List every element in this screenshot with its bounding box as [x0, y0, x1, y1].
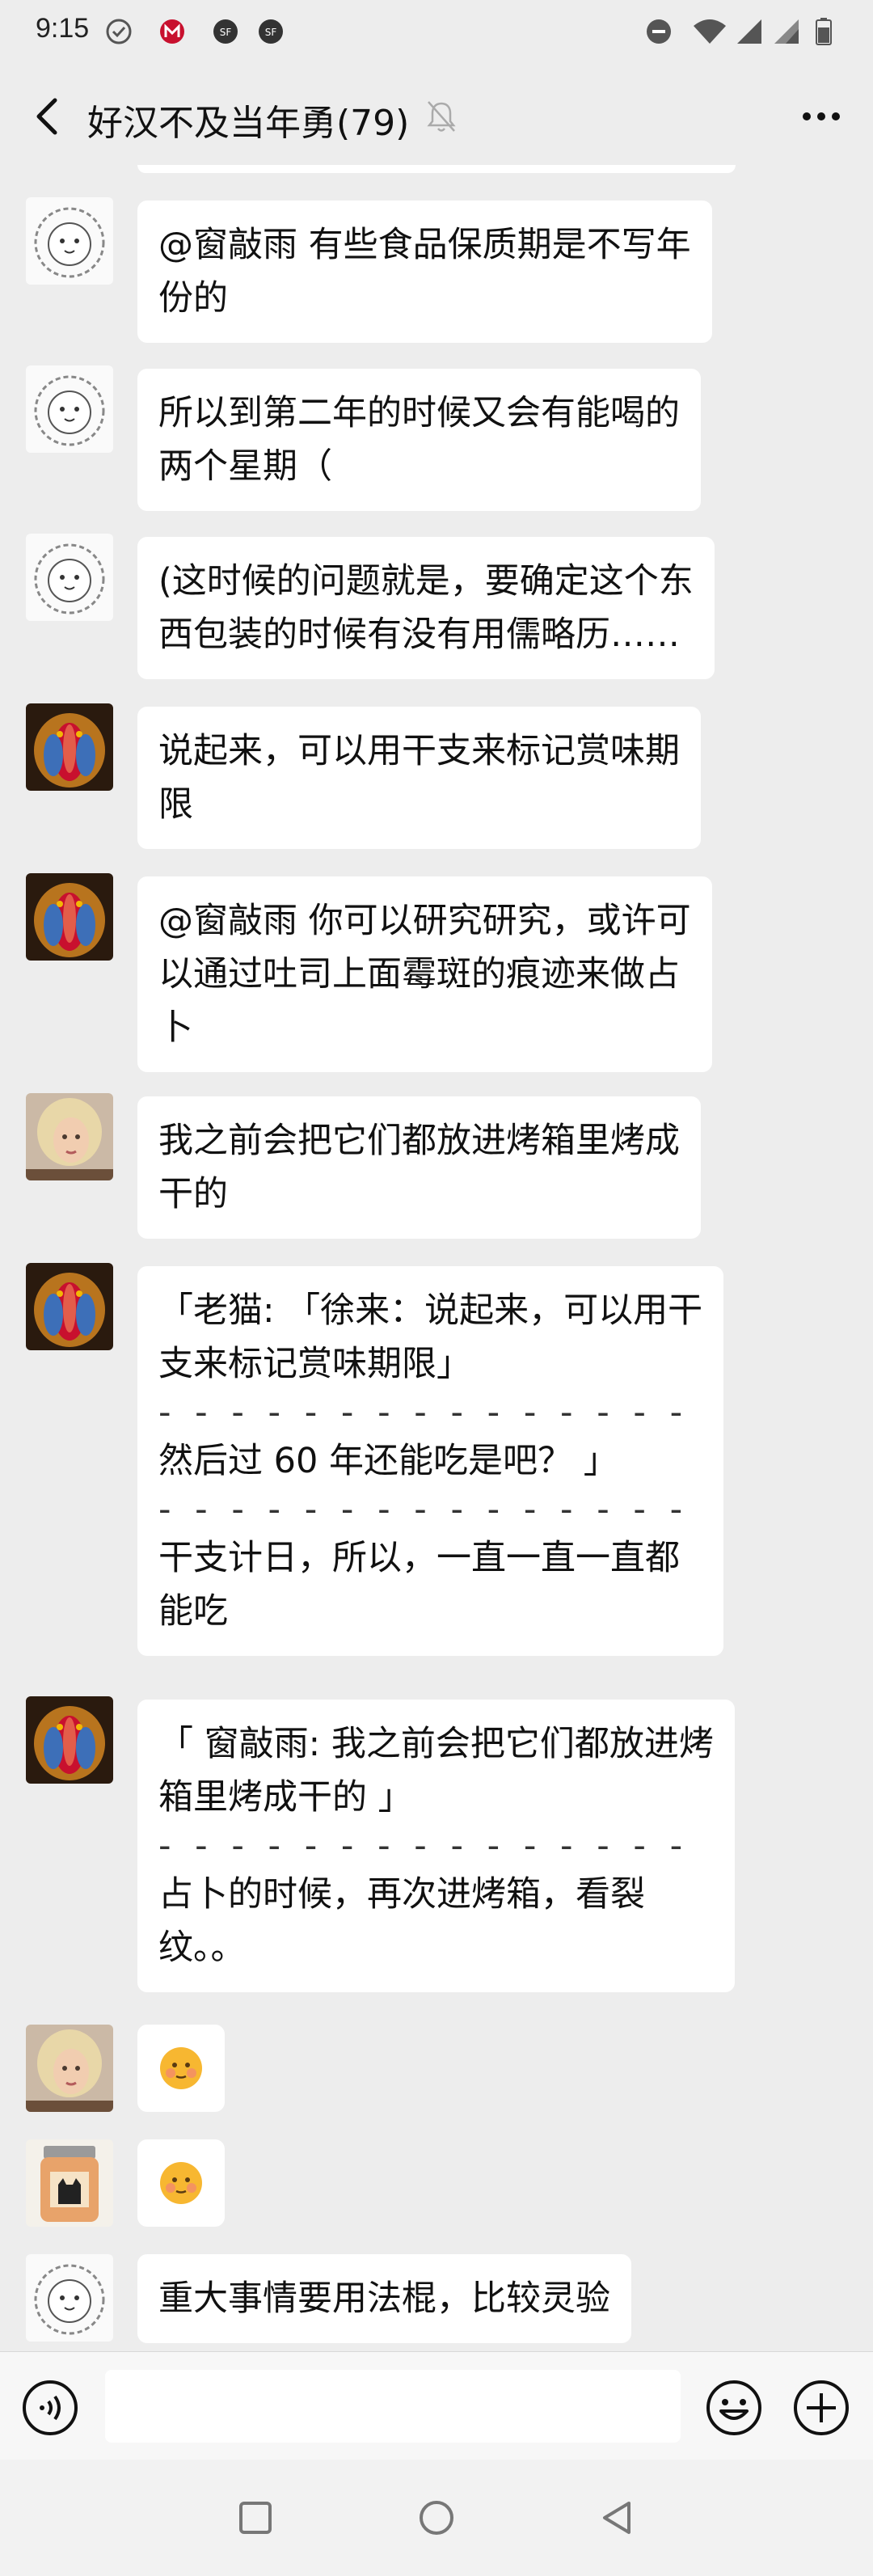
- mandrill-avatar[interactable]: [26, 703, 113, 791]
- message-text: 箱里烤成干的 」: [158, 1777, 413, 1818]
- metro-icon: [160, 19, 184, 44]
- chat-header: 好汉不及当年勇(79): [0, 68, 873, 165]
- blonde-woman-avatar[interactable]: [26, 2025, 113, 2112]
- message-text: 能吃: [158, 1591, 228, 1632]
- message-bubble[interactable]: 所以到第二年的时候又会有能喝的 两个星期（: [137, 369, 701, 511]
- message-text: 我之前会把它们都放进烤箱里烤成: [158, 1121, 680, 1161]
- mandrill-avatar[interactable]: [26, 1696, 113, 1784]
- sf-express-icon: SF: [213, 19, 238, 44]
- sf-express-icon: SF: [259, 19, 283, 44]
- status-bar: 9:15 SF SF: [0, 0, 873, 68]
- message-text: 纹。。: [158, 1928, 246, 1968]
- battery-icon: [816, 18, 832, 45]
- message-bubble[interactable]: 说起来，可以用干支来标记赏味期 限: [137, 707, 701, 849]
- system-nav-bar: [0, 2460, 873, 2576]
- message-text: 限: [158, 784, 193, 825]
- message-text: @窗敲雨 有些食品保质期是不写年: [158, 225, 691, 265]
- dnd-icon: [647, 19, 671, 44]
- chat-title: 好汉不及当年勇(79): [87, 103, 410, 144]
- message-bubble[interactable]: @窗敲雨 有些食品保质期是不写年 份的: [137, 201, 712, 343]
- previous-message-edge: [137, 165, 736, 173]
- message-text: 卜: [158, 1007, 193, 1048]
- svg-text:SF: SF: [220, 27, 232, 38]
- message-text: 「 窗敲雨: 我之前会把它们都放进烤: [158, 1724, 714, 1764]
- more-icon[interactable]: [789, 87, 854, 146]
- message-text: 「老猫: 「徐来：说起来，可以用干: [158, 1290, 703, 1331]
- message-bubble[interactable]: 「 窗敲雨: 我之前会把它们都放进烤 箱里烤成干的 」 - - - - - - …: [137, 1700, 735, 1992]
- flushed-smile-emoji: [160, 2162, 202, 2204]
- status-time: 9:15: [36, 13, 90, 44]
- message-bubble[interactable]: [137, 2139, 225, 2227]
- message-bubble[interactable]: 「老猫: 「徐来：说起来，可以用干 支来标记赏味期限」 - - - - - - …: [137, 1266, 724, 1656]
- lion-sketch-avatar[interactable]: [26, 365, 113, 453]
- message-text: @窗敲雨 你可以研究研究，或许可: [158, 901, 691, 941]
- signal-icon: [737, 19, 761, 44]
- cat-jar-avatar[interactable]: [26, 2139, 113, 2227]
- emoji-icon[interactable]: [705, 2379, 763, 2437]
- message-bubble[interactable]: 重大事情要用法棍，比较灵验: [137, 2254, 631, 2343]
- message-text: 所以到第二年的时候又会有能喝的: [158, 393, 680, 433]
- message-bubble[interactable]: (这时候的问题就是，要确定这个东 西包装的时候有没有用儒略历……: [137, 537, 715, 679]
- quote-divider: - - - - - - - - - - - - - - -: [158, 1489, 690, 1530]
- message-text: 支来标记赏味期限」: [158, 1344, 471, 1384]
- mandrill-avatar[interactable]: [26, 873, 113, 961]
- quote-divider: - - - - - - - - - - - - - - -: [158, 1826, 690, 1866]
- lion-sketch-avatar[interactable]: [26, 197, 113, 285]
- mute-icon: [427, 101, 456, 132]
- message-text: 占卜的时候，再次进烤箱，看裂: [158, 1874, 645, 1915]
- signal-icon: [774, 19, 799, 44]
- svg-text:SF: SF: [265, 27, 277, 38]
- message-text: 重大事情要用法棍，比较灵验: [158, 2278, 610, 2319]
- message-text: 干支计日，所以，一直一直一直都: [158, 1538, 680, 1578]
- message-text: 以通过吐司上面霉斑的痕迹来做占: [158, 954, 680, 995]
- check-circle-icon: [106, 19, 132, 44]
- message-text: 干的: [158, 1174, 228, 1214]
- chat-input-bar: [0, 2351, 873, 2460]
- message-bubble[interactable]: [137, 2025, 225, 2112]
- plus-icon[interactable]: [792, 2379, 850, 2437]
- nav-recents-icon[interactable]: [234, 2497, 276, 2539]
- message-text: 西包装的时候有没有用儒略历……: [158, 614, 680, 655]
- message-text: 说起来，可以用干支来标记赏味期: [158, 731, 680, 771]
- back-icon[interactable]: [24, 91, 73, 142]
- nav-back-icon[interactable]: [597, 2497, 639, 2539]
- message-text: 然后过 60 年还能吃是吧？ 」: [158, 1441, 618, 1481]
- message-bubble[interactable]: @窗敲雨 你可以研究研究，或许可 以通过吐司上面霉斑的痕迹来做占 卜: [137, 876, 712, 1072]
- nav-home-icon[interactable]: [415, 2497, 458, 2539]
- message-bubble[interactable]: 我之前会把它们都放进烤箱里烤成 干的: [137, 1096, 701, 1239]
- message-text: 两个星期（: [158, 446, 332, 487]
- message-text: (这时候的问题就是，要确定这个东: [158, 561, 694, 602]
- message-input[interactable]: [105, 2370, 681, 2443]
- mandrill-avatar[interactable]: [26, 1263, 113, 1350]
- blonde-woman-avatar[interactable]: [26, 1093, 113, 1180]
- wifi-icon: [694, 19, 726, 44]
- quote-divider: - - - - - - - - - - - - - - -: [158, 1392, 690, 1433]
- flushed-smile-emoji: [160, 2047, 202, 2089]
- voice-icon[interactable]: [21, 2379, 79, 2437]
- lion-sketch-avatar[interactable]: [26, 534, 113, 621]
- lion-sketch-avatar[interactable]: [26, 2254, 113, 2342]
- message-text: 份的: [158, 278, 228, 319]
